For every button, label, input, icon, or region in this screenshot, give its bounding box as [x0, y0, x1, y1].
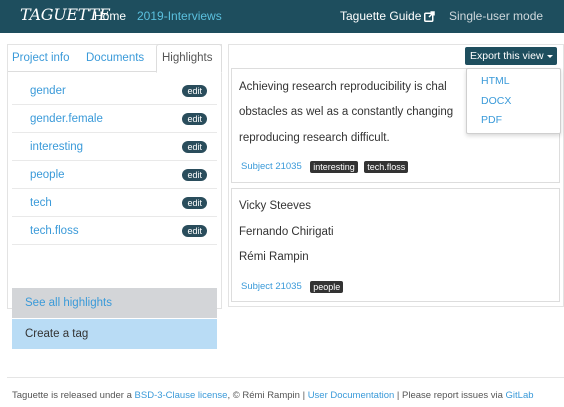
highlights-tag-list: gender edit gender.female edit interesti…	[12, 77, 217, 245]
caret-down-icon	[547, 55, 553, 58]
create-tag-label: Create a tag	[25, 328, 89, 340]
edit-tag-button[interactable]: edit	[182, 225, 207, 237]
highlight-text-line: Vicky Steeves	[239, 200, 312, 212]
tag-row-gender-female: gender.female edit	[12, 105, 217, 133]
tag-link[interactable]: people	[30, 169, 65, 181]
document-link[interactable]: Subject 21035	[241, 161, 302, 172]
tab-highlights-label: Highlights	[162, 52, 213, 64]
highlight-text-line: Achieving research reproducibility is ch…	[239, 81, 447, 93]
document-link[interactable]: Subject 21035	[241, 281, 302, 292]
tab-bar: Project info Documents Highlights	[8, 44, 222, 73]
tag-row-tech: tech edit	[12, 189, 217, 217]
export-pdf-option[interactable]: PDF	[481, 114, 502, 126]
user-documentation-link[interactable]: User Documentation	[308, 390, 395, 401]
export-docx-option[interactable]: DOCX	[481, 95, 511, 107]
tab-documents[interactable]: Documents	[86, 52, 144, 64]
highlight-text-line: Fernando Chirigati	[239, 226, 334, 238]
edit-tag-button[interactable]: edit	[182, 197, 207, 209]
tag-row-tech-floss: tech.floss edit	[12, 217, 217, 245]
nav-home-link[interactable]: Home	[94, 9, 126, 23]
gitlab-link[interactable]: GitLab	[506, 390, 534, 401]
tab-project-info[interactable]: Project info	[12, 52, 70, 64]
nav-guide-label: Taguette Guide	[340, 9, 422, 23]
tag-row-gender: gender edit	[12, 77, 217, 105]
external-link-icon	[424, 11, 436, 22]
tag-row-interesting: interesting edit	[12, 133, 217, 161]
tag-link[interactable]: interesting	[30, 141, 83, 153]
single-user-mode-label: Single-user mode	[449, 9, 544, 23]
edit-tag-button[interactable]: edit	[182, 141, 207, 153]
create-tag-button[interactable]: Create a tag	[12, 319, 217, 349]
export-dropdown-menu: HTML DOCX PDF	[466, 68, 561, 134]
footer-text: Taguette is released under a	[12, 390, 135, 401]
highlight-text-line: reproducing research difficult.	[239, 132, 390, 144]
highlight-card: Vicky Steeves Fernando Chirigati Rémi Ra…	[231, 188, 560, 302]
tag-link[interactable]: tech	[30, 197, 52, 209]
export-html-option[interactable]: HTML	[481, 75, 510, 87]
highlight-meta: Subject 21035 interesting tech.floss	[241, 158, 410, 176]
tag-badge: tech.floss	[364, 160, 409, 173]
edit-tag-button[interactable]: edit	[182, 169, 207, 181]
license-link[interactable]: BSD-3-Clause license	[135, 390, 228, 401]
tag-row-people: people edit	[12, 161, 217, 189]
highlight-meta: Subject 21035 people	[241, 278, 345, 296]
edit-tag-button[interactable]: edit	[182, 113, 207, 125]
export-view-button[interactable]: Export this view	[465, 47, 557, 65]
top-navbar: TAGUETTE Home 2019-Interviews Taguette G…	[0, 0, 564, 33]
footer-text: , © Rémi Rampin |	[227, 390, 308, 401]
highlight-text-line: obstacles as wel as a constantly changin…	[239, 106, 454, 118]
export-view-label: Export this view	[470, 50, 544, 62]
tag-badge: people	[310, 280, 344, 293]
edit-tag-button[interactable]: edit	[182, 85, 207, 97]
footer-text: | Please report issues via	[394, 390, 506, 401]
tag-link[interactable]: gender.female	[30, 113, 103, 125]
see-all-highlights-button[interactable]: See all highlights	[12, 288, 217, 318]
tag-link[interactable]: gender	[30, 85, 66, 97]
footer: Taguette is released under a BSD-3-Claus…	[12, 390, 534, 401]
tag-badge: interesting	[310, 160, 358, 173]
tag-link[interactable]: tech.floss	[30, 225, 79, 237]
nav-guide-link[interactable]: Taguette Guide	[340, 9, 436, 23]
see-all-highlights-label: See all highlights	[25, 297, 112, 309]
nav-project-link[interactable]: 2019-Interviews	[137, 9, 222, 23]
left-panel: Project info Documents Highlights gender…	[7, 44, 222, 349]
tab-highlights[interactable]: Highlights	[156, 44, 222, 73]
highlight-text-line: Rémi Rampin	[239, 251, 309, 263]
footer-divider	[7, 377, 564, 378]
